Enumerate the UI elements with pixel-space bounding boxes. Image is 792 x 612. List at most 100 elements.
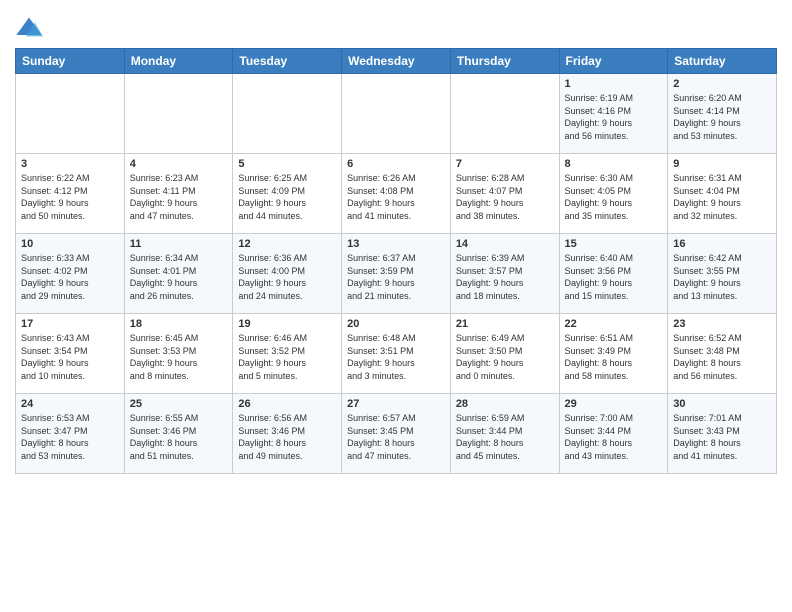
day-info: Sunrise: 6:55 AM Sunset: 3:46 PM Dayligh… bbox=[130, 412, 228, 462]
day-number: 13 bbox=[347, 238, 445, 250]
day-number: 20 bbox=[347, 318, 445, 330]
day-info: Sunrise: 6:57 AM Sunset: 3:45 PM Dayligh… bbox=[347, 412, 445, 462]
calendar-cell bbox=[233, 74, 342, 154]
day-number: 21 bbox=[456, 318, 554, 330]
day-info: Sunrise: 6:51 AM Sunset: 3:49 PM Dayligh… bbox=[565, 332, 663, 382]
day-info: Sunrise: 6:49 AM Sunset: 3:50 PM Dayligh… bbox=[456, 332, 554, 382]
weekday-header: Thursday bbox=[450, 49, 559, 74]
day-info: Sunrise: 6:34 AM Sunset: 4:01 PM Dayligh… bbox=[130, 252, 228, 302]
day-info: Sunrise: 6:59 AM Sunset: 3:44 PM Dayligh… bbox=[456, 412, 554, 462]
calendar-cell: 1 Sunrise: 6:19 AM Sunset: 4:16 PM Daylig… bbox=[559, 74, 668, 154]
weekday-header: Sunday bbox=[16, 49, 125, 74]
calendar-cell bbox=[342, 74, 451, 154]
day-info: Sunrise: 6:19 AM Sunset: 4:16 PM Dayligh… bbox=[565, 92, 663, 142]
header bbox=[15, 10, 777, 42]
calendar-cell: 19 Sunrise: 6:46 AM Sunset: 3:52 PM Dayli… bbox=[233, 314, 342, 394]
day-info: Sunrise: 6:33 AM Sunset: 4:02 PM Dayligh… bbox=[21, 252, 119, 302]
day-number: 1 bbox=[565, 78, 663, 90]
calendar-week-row: 24 Sunrise: 6:53 AM Sunset: 3:47 PM Dayli… bbox=[16, 394, 777, 474]
calendar-cell: 9 Sunrise: 6:31 AM Sunset: 4:04 PM Daylig… bbox=[668, 154, 777, 234]
day-number: 22 bbox=[565, 318, 663, 330]
day-number: 7 bbox=[456, 158, 554, 170]
calendar-week-row: 17Sunrise: 6:43 AM Sunset: 3:54 PM Dayli… bbox=[16, 314, 777, 394]
calendar-cell: 6 Sunrise: 6:26 AM Sunset: 4:08 PM Daylig… bbox=[342, 154, 451, 234]
day-info: Sunrise: 6:23 AM Sunset: 4:11 PM Dayligh… bbox=[130, 172, 228, 222]
calendar-cell: 10 Sunrise: 6:33 AM Sunset: 4:02 PM Dayli… bbox=[16, 234, 125, 314]
calendar-header-row: SundayMondayTuesdayWednesdayThursdayFrid… bbox=[16, 49, 777, 74]
day-info: Sunrise: 6:48 AM Sunset: 3:51 PM Dayligh… bbox=[347, 332, 445, 382]
day-number: 30 bbox=[673, 398, 771, 410]
day-number: 9 bbox=[673, 158, 771, 170]
day-info: Sunrise: 6:22 AM Sunset: 4:12 PM Dayligh… bbox=[21, 172, 119, 222]
day-number: 5 bbox=[238, 158, 336, 170]
day-number: 15 bbox=[565, 238, 663, 250]
logo-icon bbox=[15, 14, 43, 42]
calendar-cell: 30 Sunrise: 7:01 AM Sunset: 3:43 PM Dayli… bbox=[668, 394, 777, 474]
day-info: Sunrise: 6:40 AM Sunset: 3:56 PM Dayligh… bbox=[565, 252, 663, 302]
calendar-week-row: 10 Sunrise: 6:33 AM Sunset: 4:02 PM Dayli… bbox=[16, 234, 777, 314]
day-number: 29 bbox=[565, 398, 663, 410]
day-info: Sunrise: 6:39 AM Sunset: 3:57 PM Dayligh… bbox=[456, 252, 554, 302]
day-info: Sunrise: 7:00 AM Sunset: 3:44 PM Dayligh… bbox=[565, 412, 663, 462]
calendar-cell: 13 Sunrise: 6:37 AM Sunset: 3:59 PM Dayli… bbox=[342, 234, 451, 314]
day-info: Sunrise: 6:36 AM Sunset: 4:00 PM Dayligh… bbox=[238, 252, 336, 302]
day-info: Sunrise: 6:26 AM Sunset: 4:08 PM Dayligh… bbox=[347, 172, 445, 222]
calendar-cell: 17Sunrise: 6:43 AM Sunset: 3:54 PM Dayli… bbox=[16, 314, 125, 394]
weekday-header: Saturday bbox=[668, 49, 777, 74]
day-number: 14 bbox=[456, 238, 554, 250]
calendar-cell: 27 Sunrise: 6:57 AM Sunset: 3:45 PM Dayli… bbox=[342, 394, 451, 474]
day-info: Sunrise: 6:28 AM Sunset: 4:07 PM Dayligh… bbox=[456, 172, 554, 222]
calendar-cell bbox=[450, 74, 559, 154]
calendar-cell: 7 Sunrise: 6:28 AM Sunset: 4:07 PM Daylig… bbox=[450, 154, 559, 234]
calendar-cell: 22 Sunrise: 6:51 AM Sunset: 3:49 PM Dayli… bbox=[559, 314, 668, 394]
day-number: 12 bbox=[238, 238, 336, 250]
day-number: 28 bbox=[456, 398, 554, 410]
day-number: 3 bbox=[21, 158, 119, 170]
day-number: 17 bbox=[21, 318, 119, 330]
day-info: Sunrise: 6:53 AM Sunset: 3:47 PM Dayligh… bbox=[21, 412, 119, 462]
calendar-cell: 2Sunrise: 6:20 AM Sunset: 4:14 PM Daylig… bbox=[668, 74, 777, 154]
weekday-header: Monday bbox=[124, 49, 233, 74]
calendar-week-row: 1 Sunrise: 6:19 AM Sunset: 4:16 PM Daylig… bbox=[16, 74, 777, 154]
calendar-cell: 25 Sunrise: 6:55 AM Sunset: 3:46 PM Dayli… bbox=[124, 394, 233, 474]
calendar-cell: 5 Sunrise: 6:25 AM Sunset: 4:09 PM Daylig… bbox=[233, 154, 342, 234]
day-number: 27 bbox=[347, 398, 445, 410]
calendar-cell: 28 Sunrise: 6:59 AM Sunset: 3:44 PM Dayli… bbox=[450, 394, 559, 474]
weekday-header: Tuesday bbox=[233, 49, 342, 74]
calendar-cell: 8 Sunrise: 6:30 AM Sunset: 4:05 PM Daylig… bbox=[559, 154, 668, 234]
day-info: Sunrise: 7:01 AM Sunset: 3:43 PM Dayligh… bbox=[673, 412, 771, 462]
day-number: 18 bbox=[130, 318, 228, 330]
calendar-cell bbox=[16, 74, 125, 154]
calendar-cell: 16 Sunrise: 6:42 AM Sunset: 3:55 PM Dayli… bbox=[668, 234, 777, 314]
day-info: Sunrise: 6:45 AM Sunset: 3:53 PM Dayligh… bbox=[130, 332, 228, 382]
calendar-cell: 11 Sunrise: 6:34 AM Sunset: 4:01 PM Dayli… bbox=[124, 234, 233, 314]
day-info: Sunrise: 6:37 AM Sunset: 3:59 PM Dayligh… bbox=[347, 252, 445, 302]
day-info: Sunrise: 6:56 AM Sunset: 3:46 PM Dayligh… bbox=[238, 412, 336, 462]
calendar-cell: 26Sunrise: 6:56 AM Sunset: 3:46 PM Dayli… bbox=[233, 394, 342, 474]
day-info: Sunrise: 6:20 AM Sunset: 4:14 PM Dayligh… bbox=[673, 92, 771, 142]
logo bbox=[15, 14, 47, 42]
calendar-table: SundayMondayTuesdayWednesdayThursdayFrid… bbox=[15, 48, 777, 474]
day-number: 25 bbox=[130, 398, 228, 410]
day-info: Sunrise: 6:42 AM Sunset: 3:55 PM Dayligh… bbox=[673, 252, 771, 302]
day-info: Sunrise: 6:31 AM Sunset: 4:04 PM Dayligh… bbox=[673, 172, 771, 222]
day-info: Sunrise: 6:46 AM Sunset: 3:52 PM Dayligh… bbox=[238, 332, 336, 382]
day-number: 16 bbox=[673, 238, 771, 250]
day-info: Sunrise: 6:30 AM Sunset: 4:05 PM Dayligh… bbox=[565, 172, 663, 222]
calendar-cell: 4 Sunrise: 6:23 AM Sunset: 4:11 PM Daylig… bbox=[124, 154, 233, 234]
page-container: SundayMondayTuesdayWednesdayThursdayFrid… bbox=[0, 0, 792, 484]
day-number: 10 bbox=[21, 238, 119, 250]
calendar-cell: 23Sunrise: 6:52 AM Sunset: 3:48 PM Dayli… bbox=[668, 314, 777, 394]
calendar-cell: 14 Sunrise: 6:39 AM Sunset: 3:57 PM Dayli… bbox=[450, 234, 559, 314]
day-number: 24 bbox=[21, 398, 119, 410]
day-info: Sunrise: 6:25 AM Sunset: 4:09 PM Dayligh… bbox=[238, 172, 336, 222]
day-number: 4 bbox=[130, 158, 228, 170]
day-info: Sunrise: 6:52 AM Sunset: 3:48 PM Dayligh… bbox=[673, 332, 771, 382]
calendar-cell: 29 Sunrise: 7:00 AM Sunset: 3:44 PM Dayli… bbox=[559, 394, 668, 474]
day-number: 11 bbox=[130, 238, 228, 250]
day-number: 19 bbox=[238, 318, 336, 330]
weekday-header: Wednesday bbox=[342, 49, 451, 74]
weekday-header: Friday bbox=[559, 49, 668, 74]
day-number: 6 bbox=[347, 158, 445, 170]
day-number: 8 bbox=[565, 158, 663, 170]
